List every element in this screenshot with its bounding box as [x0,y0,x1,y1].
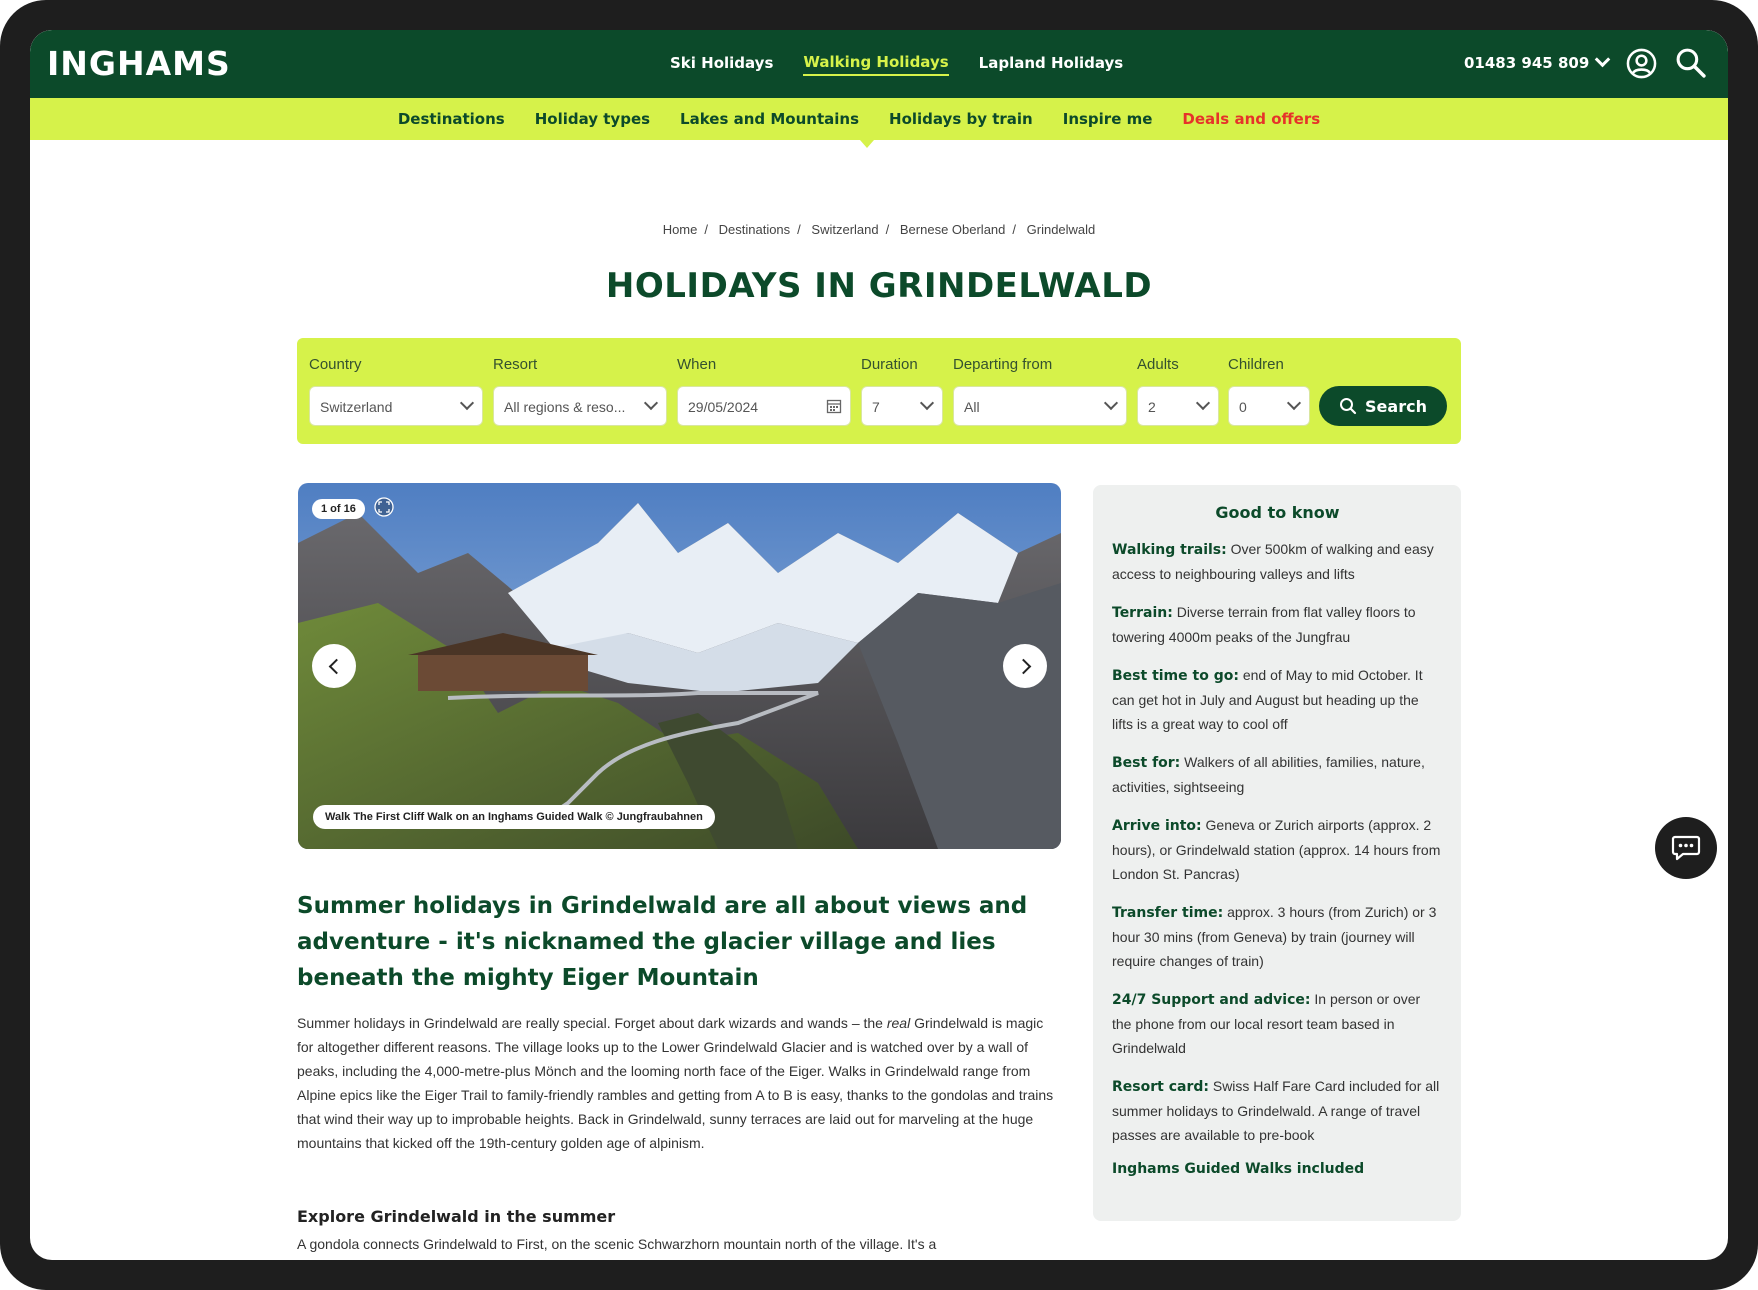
good-to-know-panel: Good to know Walking trails: Over 500km … [1093,485,1461,1221]
section-heading: Explore Grindelwald in the summer [297,1207,616,1226]
search-icon[interactable] [1674,46,1707,79]
when-label: When [677,356,717,373]
date-value: 29/05/2024 [688,399,759,415]
info-support: 24/7 Support and advice: In person or ov… [1112,991,1421,1056]
chevron-down-icon [459,395,475,411]
nav-ski-holidays[interactable]: Ski Holidays [670,54,773,75]
site-logo[interactable]: INGHAMS [47,44,231,83]
active-nav-pointer [860,140,874,148]
main-nav: Ski Holidays Walking Holidays Lapland Ho… [670,30,1123,98]
adults-label: Adults [1137,356,1179,373]
search-panel: Country Switzerland Resort All regions &… [297,338,1461,444]
chevron-down-icon [1103,395,1119,411]
chevron-right-icon [1015,658,1031,674]
chevron-down-icon [643,395,659,411]
chevron-down-icon [919,395,935,411]
account-icon[interactable] [1626,48,1657,79]
phone-dropdown[interactable]: 01483 945 809 [1464,51,1611,72]
search-button[interactable]: Search [1319,386,1447,426]
nav-walking-holidays[interactable]: Walking Holidays [803,53,949,76]
resort-value: All regions & reso... [504,399,626,415]
children-select[interactable]: 0 [1228,386,1310,426]
subnav-deals-and-offers[interactable]: Deals and offers [1182,110,1320,128]
subnav-lakes-and-mountains[interactable]: Lakes and Mountains [680,110,859,128]
search-icon [1340,398,1357,415]
breadcrumb-bernese-oberland[interactable]: Bernese Oberland [900,222,1006,237]
country-label: Country [309,356,362,373]
adults-select[interactable]: 2 [1137,386,1219,426]
breadcrumb-switzerland[interactable]: Switzerland [811,222,878,237]
subnav-destinations[interactable]: Destinations [398,110,505,128]
good-to-know-title: Good to know [1215,503,1340,522]
lead-heading: Summer holidays in Grindelwald are all a… [297,893,1028,991]
children-label: Children [1228,356,1284,373]
chevron-down-icon [1195,395,1211,411]
info-transfer-time: Transfer time: approx. 3 hours (from Zur… [1112,904,1437,969]
image-gallery: 1 of 16 Walk The First Cliff Walk on an … [298,483,1061,849]
fullscreen-icon[interactable] [374,497,394,517]
subnav-inspire-me[interactable]: Inspire me [1063,110,1153,128]
image-caption: Walk The First Cliff Walk on an Inghams … [313,805,715,829]
sub-nav: Destinations Holiday types Lakes and Mou… [30,98,1728,140]
calendar-icon[interactable] [826,398,842,414]
country-value: Switzerland [320,399,393,415]
info-arrive-into: Arrive into: Geneva or Zurich airports (… [1112,817,1441,882]
duration-value: 7 [872,399,880,415]
phone-number: 01483 945 809 [1464,54,1590,72]
children-value: 0 [1239,399,1247,415]
browser-screen: INGHAMS Ski Holidays Walking Holidays La… [30,30,1728,1260]
chevron-left-icon [328,658,344,674]
departing-label: Departing from [953,356,1053,373]
section-paragraph: A gondola connects Grindelwald to First,… [297,1236,937,1252]
breadcrumb-home[interactable]: Home [663,222,698,237]
duration-label: Duration [861,356,918,373]
guided-walks-note: Inghams Guided Walks included [1112,1161,1365,1177]
info-best-time: Best time to go: end of May to mid Octob… [1112,667,1423,732]
image-counter: 1 of 16 [312,499,365,519]
date-input[interactable]: 29/05/2024 [677,386,851,426]
breadcrumb-destinations[interactable]: Destinations [719,222,791,237]
intro-paragraph: Summer holidays in Grindelwald are reall… [297,1015,1054,1151]
info-resort-card: Resort card: Swiss Half Fare Card includ… [1112,1078,1440,1143]
subnav-holiday-types[interactable]: Holiday types [535,110,650,128]
duration-select[interactable]: 7 [861,386,943,426]
departing-value: All [964,399,980,415]
departing-select[interactable]: All [953,386,1127,426]
info-best-for: Best for: Walkers of all abilities, fami… [1112,754,1425,795]
chevron-down-icon [1594,51,1611,68]
search-button-label: Search [1365,396,1427,416]
chat-icon [1671,835,1701,861]
mountain-photo [298,483,1061,849]
nav-lapland-holidays[interactable]: Lapland Holidays [979,54,1124,75]
country-select[interactable]: Switzerland [309,386,483,426]
adults-value: 2 [1148,399,1156,415]
breadcrumb: Home / Destinations / Switzerland / Bernese… [662,222,1096,237]
page-title: HOLIDAYS IN GRINDELWALD [605,266,1153,306]
gallery-next-button[interactable] [1003,644,1047,688]
resort-label: Resort [493,356,538,373]
chat-button[interactable] [1655,817,1717,879]
info-terrain: Terrain: Diverse terrain from flat valle… [1112,604,1416,645]
resort-select[interactable]: All regions & reso... [493,386,667,426]
subnav-holidays-by-train[interactable]: Holidays by train [889,110,1033,128]
chevron-down-icon [1286,395,1302,411]
breadcrumb-grindelwald: Grindelwald [1026,222,1096,237]
top-navbar: INGHAMS Ski Holidays Walking Holidays La… [30,30,1728,98]
info-walking-trails: Walking trails: Over 500km of walking an… [1112,541,1434,582]
gallery-prev-button[interactable] [312,644,356,688]
